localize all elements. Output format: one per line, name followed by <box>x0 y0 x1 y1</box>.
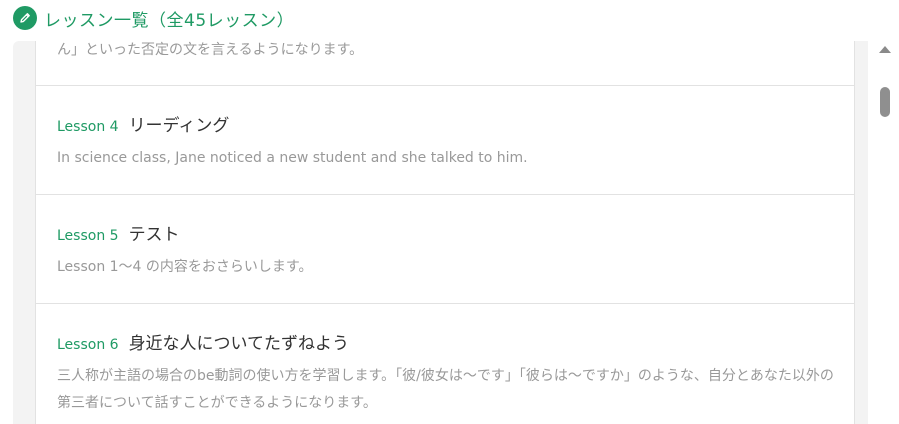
lesson-description: In science class, Jane noticed a new stu… <box>57 150 528 166</box>
lesson-description: 三人称が主語の場合のbe動詞の使い方を学習します。「彼/彼女は～です」「彼らは～… <box>57 368 834 411</box>
lesson-title: テスト <box>128 225 180 245</box>
lesson-item-4[interactable]: Lesson 4 リーディング In science class, Jane n… <box>36 86 854 195</box>
lesson-description: Lesson 1～4 の内容をおさらいします。 <box>57 259 313 275</box>
pencil-icon <box>13 6 37 30</box>
lesson-list-title: レッスン一覧（全45レッスン） <box>44 10 295 31</box>
lesson-item-5[interactable]: Lesson 5 テスト Lesson 1～4 の内容をおさらいします。 <box>36 195 854 304</box>
lesson-heading: Lesson 4 リーディング <box>57 111 229 136</box>
page: レッスン一覧（全45レッスン） ん」といった否定の文を言えるようになります。 L… <box>0 0 899 424</box>
lesson-list: ん」といった否定の文を言えるようになります。 Lesson 4 リーディング I… <box>35 41 855 424</box>
lesson-description: ん」といった否定の文を言えるようになります。 <box>57 42 364 58</box>
vertical-scrollbar[interactable] <box>877 41 893 424</box>
lesson-heading: Lesson 6 身近な人についてたずねよう <box>57 329 349 354</box>
scrollbar-thumb[interactable] <box>880 87 890 117</box>
triangle-up-icon[interactable] <box>879 46 891 53</box>
lesson-title: 身近な人についてたずねよう <box>128 334 350 354</box>
lesson-number: Lesson 6 <box>57 337 119 353</box>
lesson-item-3[interactable]: ん」といった否定の文を言えるようになります。 <box>36 41 854 86</box>
lesson-heading: Lesson 5 テスト <box>57 220 180 245</box>
lesson-number: Lesson 5 <box>57 228 119 244</box>
lesson-title: リーディング <box>128 116 230 136</box>
lesson-list-frame: ん」といった否定の文を言えるようになります。 Lesson 4 リーディング I… <box>13 41 868 424</box>
lesson-list-header: レッスン一覧（全45レッスン） <box>13 6 295 31</box>
lesson-item-6[interactable]: Lesson 6 身近な人についてたずねよう 三人称が主語の場合のbe動詞の使い… <box>36 304 854 424</box>
lesson-number: Lesson 4 <box>57 119 119 135</box>
